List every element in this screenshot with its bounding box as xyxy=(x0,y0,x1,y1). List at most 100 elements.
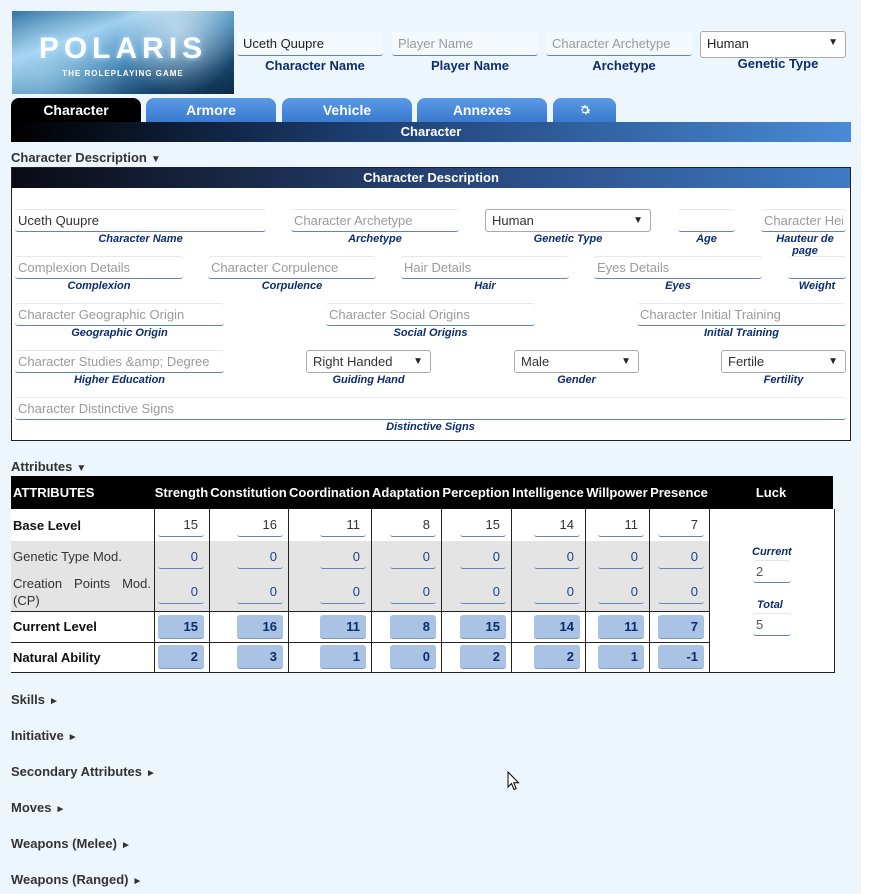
gender-select[interactable]: Male ▼ xyxy=(514,350,639,373)
attr-value-adaptation[interactable]: 0 xyxy=(390,544,436,569)
luck-total-input[interactable] xyxy=(753,613,791,636)
collapse-arrow-icon: ► xyxy=(48,696,59,707)
character-description-heading: Character Description xyxy=(11,150,147,165)
col-presence: Presence xyxy=(650,485,708,500)
complexion-input[interactable] xyxy=(15,256,183,279)
genetic-type-select[interactable]: Human ▼ xyxy=(485,209,651,232)
attr-value-constitution: 16 xyxy=(237,614,283,639)
attributes-toggle[interactable]: Attributes ▼ xyxy=(11,459,86,474)
secondary-attributes-toggle[interactable]: Secondary Attributes ► xyxy=(11,764,156,779)
attr-value-coordination[interactable]: 0 xyxy=(320,544,366,569)
distinctive-signs-input[interactable] xyxy=(15,397,846,420)
weight-label: Weight xyxy=(798,280,836,292)
attr-cell: 0 xyxy=(649,541,710,572)
attr-cell: 3 xyxy=(209,642,289,672)
weapons-ranged-toggle[interactable]: Weapons (Ranged) ► xyxy=(11,872,142,887)
attr-cell: 1 xyxy=(288,642,372,672)
header-genetic-type-select[interactable]: Human ▼ xyxy=(700,31,846,58)
attr-value-intelligence[interactable]: 0 xyxy=(534,579,580,604)
social-origins-input[interactable] xyxy=(326,303,535,326)
moves-toggle[interactable]: Moves ► xyxy=(11,800,65,815)
character-description-toggle[interactable]: Character Description ▼ xyxy=(11,150,161,165)
attributes-heading: Attributes xyxy=(11,459,73,474)
geographic-origin-input[interactable] xyxy=(15,303,224,326)
character-name-input[interactable] xyxy=(15,209,266,232)
attr-value-perception[interactable]: 15 xyxy=(460,513,506,537)
corpulence-input[interactable] xyxy=(208,256,376,279)
attr-value-presence[interactable]: 7 xyxy=(658,513,704,537)
attr-value-adaptation[interactable]: 0 xyxy=(390,579,436,604)
attr-value-adaptation[interactable]: 8 xyxy=(390,513,436,537)
collapse-arrow-icon: ► xyxy=(132,876,143,887)
attr-cell: 2 xyxy=(511,642,586,672)
higher-education-input[interactable] xyxy=(15,350,224,373)
col-constitution: Constitution xyxy=(210,485,287,500)
attr-cell: 2 xyxy=(154,642,210,672)
distinctive-signs-label: Distinctive Signs xyxy=(386,421,475,433)
attr-cell: 0 xyxy=(585,572,650,611)
attr-value-intelligence[interactable]: 0 xyxy=(534,544,580,569)
attr-value-strength[interactable]: 0 xyxy=(158,544,204,569)
header-archetype-input[interactable] xyxy=(546,32,692,56)
col-strength: Strength xyxy=(154,485,209,500)
attr-value-willpower[interactable]: 0 xyxy=(598,579,644,604)
hair-input[interactable] xyxy=(401,256,569,279)
attr-value-presence[interactable]: 0 xyxy=(658,544,704,569)
height-input[interactable] xyxy=(761,209,846,232)
col-coordination: Coordination xyxy=(289,485,370,500)
chevron-down-icon: ▼ xyxy=(621,356,631,367)
attr-cell: 0 xyxy=(371,642,442,672)
player-name-input[interactable] xyxy=(392,32,538,56)
weapons-melee-toggle[interactable]: Weapons (Melee) ► xyxy=(11,836,131,851)
attr-cell: 1 xyxy=(585,642,650,672)
eyes-input[interactable] xyxy=(594,256,762,279)
header-character-name-label: Character Name xyxy=(265,58,365,73)
attr-cell: 0 xyxy=(288,572,372,611)
attributes-table: ATTRIBUTES Strength Constitution Coordin… xyxy=(11,476,835,673)
attr-cell: 0 xyxy=(649,572,710,611)
attr-value-willpower: 11 xyxy=(598,614,644,639)
corpulence-label: Corpulence xyxy=(261,280,323,292)
luck-current-input[interactable] xyxy=(753,560,791,583)
tab-character[interactable]: Character xyxy=(11,98,141,122)
attr-value-willpower[interactable]: 0 xyxy=(598,544,644,569)
attr-value-willpower[interactable]: 11 xyxy=(598,513,644,537)
archetype-input[interactable] xyxy=(291,209,459,232)
logo-title: POLARIS xyxy=(38,32,208,65)
guiding-hand-select[interactable]: Right Handed ▼ xyxy=(306,350,431,373)
initiative-toggle[interactable]: Initiative ► xyxy=(11,728,78,743)
attr-value-strength[interactable]: 15 xyxy=(158,513,204,537)
character-sheet: POLARIS THE ROLEPLAYING GAME Character N… xyxy=(0,0,861,894)
tab-armore[interactable]: Armore xyxy=(146,98,276,122)
attr-value-constitution[interactable]: 16 xyxy=(237,513,283,537)
weight-input[interactable] xyxy=(788,256,846,279)
attr-value-coordination[interactable]: 11 xyxy=(320,513,366,537)
attr-cell: 14 xyxy=(511,611,586,642)
attr-value-presence[interactable]: 0 xyxy=(658,579,704,604)
tab-settings[interactable] xyxy=(553,98,616,122)
fertility-select[interactable]: Fertile ▼ xyxy=(721,350,846,373)
initial-training-input[interactable] xyxy=(637,303,846,326)
attr-value-perception[interactable]: 0 xyxy=(460,579,506,604)
attr-value-perception[interactable]: 0 xyxy=(460,544,506,569)
attr-value-constitution[interactable]: 0 xyxy=(237,579,283,604)
attr-value-intelligence[interactable]: 14 xyxy=(534,513,580,537)
attr-cell: 15 xyxy=(154,509,210,541)
age-input[interactable] xyxy=(678,209,735,232)
attr-cell: 16 xyxy=(209,611,289,642)
attr-value-strength: 15 xyxy=(158,614,204,639)
attr-value-coordination[interactable]: 0 xyxy=(320,579,366,604)
attr-value-intelligence: 14 xyxy=(534,614,580,639)
header-character-name-input[interactable] xyxy=(237,32,383,56)
attr-value-strength[interactable]: 0 xyxy=(158,579,204,604)
skills-heading: Skills xyxy=(11,692,45,707)
attr-cell: 0 xyxy=(209,572,289,611)
attr-cell: 14 xyxy=(511,509,586,541)
attr-cell: 0 xyxy=(441,541,512,572)
tab-annexes[interactable]: Annexes xyxy=(417,98,547,122)
tab-vehicle[interactable]: Vehicle xyxy=(282,98,412,122)
complexion-label: Complexion xyxy=(67,280,131,292)
attr-value-coordination: 11 xyxy=(320,614,366,639)
attr-value-constitution[interactable]: 0 xyxy=(237,544,283,569)
skills-toggle[interactable]: Skills ► xyxy=(11,692,59,707)
